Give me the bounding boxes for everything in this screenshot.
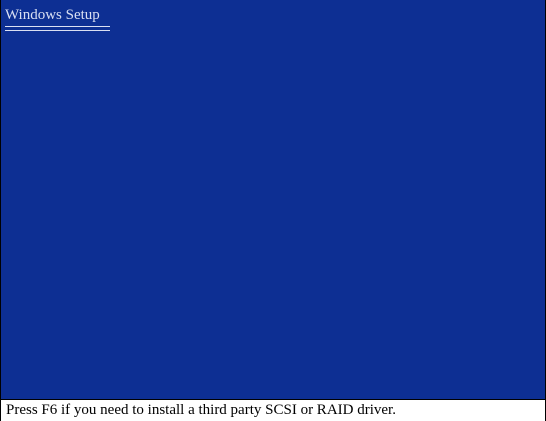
title-underline-top — [5, 26, 110, 27]
windows-setup-screen: Windows Setup Press F6 if you need to in… — [0, 0, 546, 421]
setup-background: Windows Setup — [1, 0, 545, 399]
status-message: Press F6 if you need to install a third … — [6, 402, 396, 418]
setup-title: Windows Setup — [5, 7, 100, 23]
status-bar: Press F6 if you need to install a third … — [1, 399, 545, 421]
title-underline-bottom — [5, 30, 110, 31]
